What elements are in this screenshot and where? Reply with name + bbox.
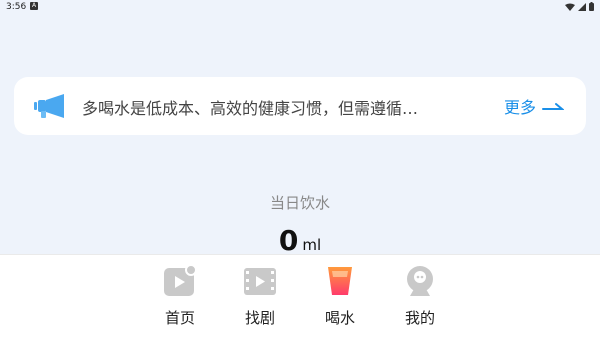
nav-item-find-drama[interactable]: 找剧 bbox=[230, 265, 290, 328]
bottom-nav: 首页 找剧 喝水 我的 bbox=[0, 254, 600, 338]
wifi-icon bbox=[565, 3, 575, 11]
nav-label-find-drama: 找剧 bbox=[244, 309, 275, 327]
nav-item-drink-water[interactable]: 喝水 bbox=[310, 265, 370, 328]
status-indicators bbox=[565, 2, 594, 11]
daily-intake-value: 0 ml bbox=[0, 224, 600, 257]
more-label: 更多 bbox=[504, 98, 537, 117]
more-link[interactable]: 更多 bbox=[504, 94, 565, 118]
daily-intake-label: 当日饮水 bbox=[269, 194, 330, 212]
water-cup-icon bbox=[328, 267, 352, 295]
notice-text: 多喝水是低成本、高效的健康习惯，但需遵循… bbox=[82, 99, 419, 118]
notice-card[interactable]: 多喝水是低成本、高效的健康习惯，但需遵循… 更多 bbox=[14, 77, 586, 135]
film-icon bbox=[244, 268, 276, 295]
home-icon bbox=[164, 265, 197, 296]
nav-label-drink-water: 喝水 bbox=[324, 309, 355, 327]
profile-icon bbox=[407, 266, 433, 296]
arrow-right-icon bbox=[542, 103, 565, 110]
signal-icon bbox=[578, 2, 586, 11]
nav-label-home: 首页 bbox=[164, 309, 195, 327]
nav-item-profile[interactable]: 我的 bbox=[390, 265, 450, 328]
notification-icon: A bbox=[30, 2, 38, 10]
intake-unit: ml bbox=[302, 236, 322, 254]
status-time: 3:56 bbox=[6, 2, 27, 12]
nav-item-home[interactable]: 首页 bbox=[150, 265, 210, 328]
battery-icon bbox=[589, 2, 594, 11]
intake-amount: 0 bbox=[278, 224, 299, 257]
megaphone-icon bbox=[34, 94, 64, 118]
status-bar: 3:56 A bbox=[0, 0, 600, 14]
nav-label-profile: 我的 bbox=[404, 309, 435, 327]
